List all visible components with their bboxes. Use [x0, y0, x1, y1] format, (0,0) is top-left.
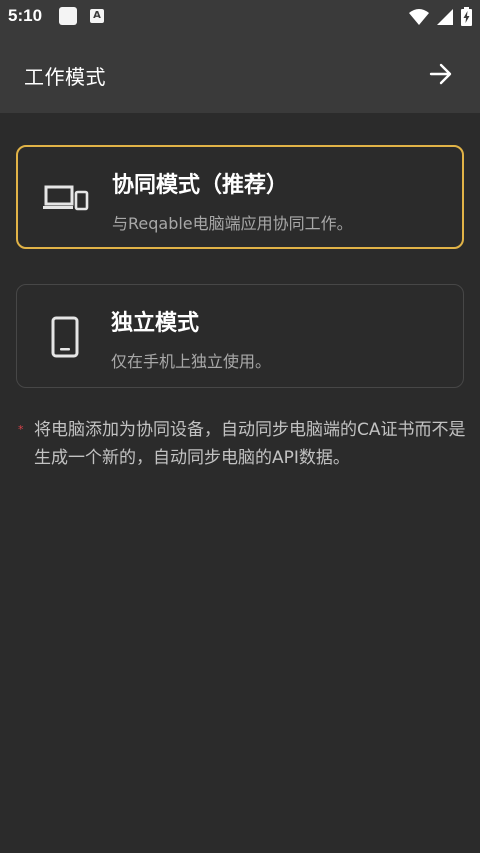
note-text: 将电脑添加为协同设备，自动同步电脑端的CA证书而不是生成一个新的，自动同步电脑的…	[34, 420, 466, 468]
mode-card-collaborative[interactable]: 协同模式（推荐） 与Reqable电脑端应用协同工作。	[16, 145, 464, 249]
mode-description: 仅在手机上独立使用。	[111, 352, 272, 371]
status-icons	[409, 7, 472, 26]
mode-card-standalone[interactable]: 独立模式 仅在手机上独立使用。	[16, 284, 464, 388]
required-marker: *	[18, 423, 24, 436]
status-bar: 5:10 A	[0, 0, 480, 33]
app-notification-icon: A	[90, 9, 104, 23]
arrow-right-icon[interactable]	[428, 61, 454, 87]
app-bar: 工作模式	[0, 33, 480, 113]
status-time: 5:10	[8, 6, 43, 25]
cellular-icon	[437, 8, 453, 25]
wifi-icon	[409, 8, 429, 25]
battery-charging-icon	[461, 7, 472, 26]
page-title: 工作模式	[24, 65, 106, 89]
phone-icon	[51, 316, 79, 358]
mode-title: 独立模式	[111, 311, 200, 336]
devices-icon	[43, 185, 89, 211]
mode-title: 协同模式（推荐）	[112, 173, 289, 198]
square-notification-icon	[59, 7, 77, 25]
mode-description: 与Reqable电脑端应用协同工作。	[112, 214, 353, 233]
